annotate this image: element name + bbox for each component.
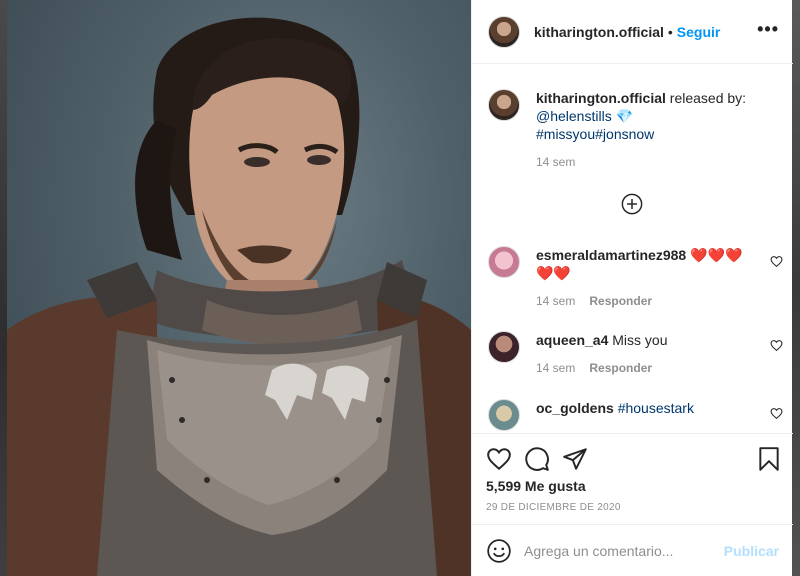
comment-username[interactable]: esmeraldamartinez988 [536, 247, 686, 263]
comment-input[interactable] [524, 542, 714, 559]
comment-body: esmeraldamartinez988 ❤️❤️❤️❤️❤️ 14 sem Re… [536, 246, 754, 310]
post-photo-illustration [7, 17, 471, 576]
publish-button[interactable]: Publicar [724, 543, 779, 559]
comment-meta: 14 sem Responder [536, 292, 754, 310]
reply-button[interactable]: Responder [589, 294, 652, 308]
comment-text: Miss you [608, 332, 668, 348]
smiley-icon[interactable] [486, 538, 512, 564]
separator-dot: • [667, 23, 673, 40]
comment-username[interactable]: aqueen_a4 [536, 332, 608, 348]
comment-hashtag[interactable]: #housestark [618, 400, 694, 416]
list-item: esmeraldamartinez988 ❤️❤️❤️❤️❤️ 14 sem Re… [488, 246, 778, 310]
avatar[interactable] [488, 15, 520, 48]
follow-button[interactable]: Seguir [677, 24, 721, 40]
more-icon[interactable]: ••• [757, 20, 779, 38]
backdrop-left [0, 0, 7, 576]
avatar[interactable] [488, 399, 520, 431]
comment-meta: 14 sem Responder [536, 359, 754, 377]
reply-button[interactable]: Responder [589, 361, 652, 375]
likes-count[interactable]: 5,599 Me gusta [486, 478, 586, 494]
comments-section[interactable]: kitharington.official released by: @hele… [472, 65, 793, 433]
paper-plane-icon[interactable] [562, 446, 588, 472]
list-item: aqueen_a4 Miss you 14 sem Responder [488, 331, 778, 377]
avatar[interactable] [488, 331, 520, 363]
post-author-username[interactable]: kitharington.official [534, 24, 664, 40]
heart-icon[interactable] [770, 339, 783, 352]
comment-body: aqueen_a4 Miss you 14 sem Responder [536, 331, 754, 377]
caption-body: kitharington.official released by: @hele… [536, 89, 754, 171]
caption: kitharington.official released by: @hele… [488, 89, 778, 171]
caption-text: released by: [665, 90, 747, 106]
comment-body: oc_goldens #housestark [536, 399, 754, 431]
post-photo[interactable] [7, 0, 471, 576]
caption-time[interactable]: 14 sem [536, 155, 575, 169]
avatar[interactable] [488, 246, 520, 278]
bookmark-icon[interactable] [756, 446, 782, 472]
post-date[interactable]: 29 DE DICIEMBRE DE 2020 [486, 502, 621, 513]
post-header: kitharington.official • Seguir ••• [472, 0, 793, 64]
caption-hashtags[interactable]: #missyou#jonsnow [536, 126, 654, 142]
heart-icon[interactable] [486, 446, 512, 472]
plus-circle-icon[interactable] [621, 193, 643, 215]
comment-icon[interactable] [524, 446, 550, 472]
action-bar [472, 433, 793, 481]
backdrop-right [792, 0, 800, 576]
post-detail-panel: kitharington.official • Seguir ••• kitha… [471, 0, 793, 576]
gem-emoji: 💎 [615, 108, 634, 124]
caption-mention[interactable]: @helenstills [536, 108, 612, 124]
list-item: oc_goldens #housestark [488, 399, 778, 431]
comment-username[interactable]: oc_goldens [536, 400, 614, 416]
avatar[interactable] [488, 89, 520, 121]
heart-icon[interactable] [770, 255, 783, 268]
comment-composer: Publicar [472, 524, 793, 576]
comment-time[interactable]: 14 sem [536, 294, 575, 308]
comment-time[interactable]: 14 sem [536, 361, 575, 375]
caption-meta: 14 sem [536, 153, 754, 171]
caption-username[interactable]: kitharington.official [536, 90, 666, 106]
heart-icon[interactable] [770, 407, 783, 420]
